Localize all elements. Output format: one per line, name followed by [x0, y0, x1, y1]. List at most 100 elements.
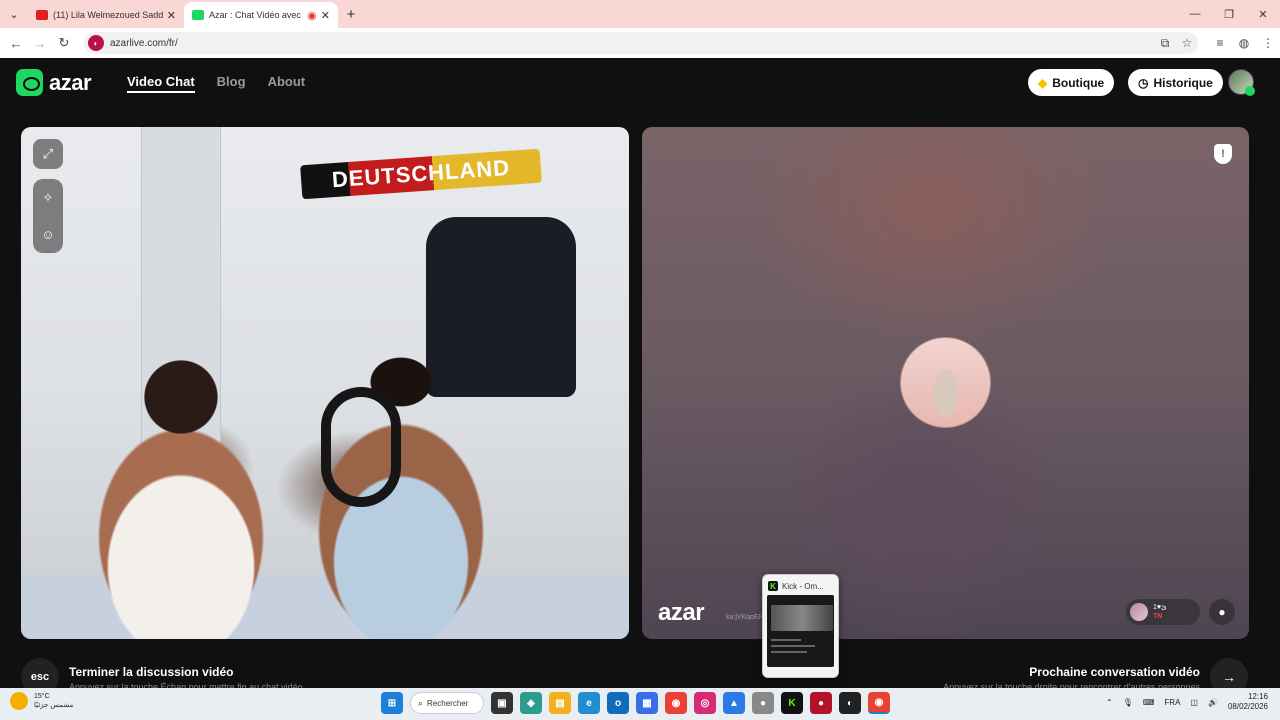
reading-list-icon[interactable]: ≡	[1208, 36, 1232, 50]
task-view-icon[interactable]: ▣	[491, 692, 513, 714]
outlook-icon[interactable]: o	[607, 692, 629, 714]
mic-tray-icon[interactable]: 🎙	[1123, 698, 1133, 707]
nav-video-chat[interactable]: Video Chat	[127, 74, 195, 93]
minimize-icon[interactable]: —	[1178, 0, 1212, 28]
azar-page: azar Video Chat Blog About ◆ Boutique ◷ …	[0, 58, 1280, 696]
clock-icon: ◷	[1138, 75, 1149, 90]
peer-name: ئ♥1	[1153, 604, 1167, 611]
report-shield-icon[interactable]	[1214, 144, 1232, 164]
effects-group: ✧ ☺	[33, 179, 63, 253]
clock[interactable]: 12:16 08/02/2026	[1228, 692, 1268, 712]
chrome-active-icon[interactable]: ◉	[868, 692, 890, 714]
kick-app-icon[interactable]: K	[781, 692, 803, 714]
peer-country: TN	[1153, 613, 1163, 620]
chrome-icon[interactable]: ◉	[665, 692, 687, 714]
nav-blog[interactable]: Blog	[217, 74, 246, 93]
boutique-button[interactable]: ◆ Boutique	[1028, 69, 1115, 96]
historique-label: Historique	[1153, 75, 1213, 90]
language-indicator[interactable]: FRA	[1164, 698, 1180, 707]
network-icon[interactable]: ◫	[1190, 698, 1198, 707]
end-chat-title: Terminer la discussion vidéo	[69, 665, 234, 679]
recording-indicator-icon: ◉	[307, 9, 317, 22]
close-window-icon[interactable]: ✕	[1246, 0, 1280, 28]
windows-taskbar: 15°C مشمس جزئيًا ⊞ ⌕ Rechercher ▣ ◈ ▤ e …	[0, 688, 1280, 720]
azar-watermark: azar	[658, 599, 705, 626]
peer-profile-circle	[900, 337, 991, 428]
video-tools: ⤢ ✧ ☺	[33, 139, 63, 253]
url-text: azarlive.com/fr/	[110, 37, 178, 49]
menu-kebab-icon[interactable]: ⋮	[1256, 36, 1280, 50]
tab-search-chevron-icon[interactable]: ⌄	[0, 0, 28, 28]
microphone-app-icon[interactable]: ●	[752, 692, 774, 714]
kick-preview-thumbnail	[767, 595, 834, 667]
store-icon[interactable]: ▦	[636, 692, 658, 714]
new-tab-button[interactable]: +	[338, 6, 364, 23]
main-nav: Video Chat Blog About	[127, 74, 305, 93]
close-tab-icon[interactable]: ✕	[321, 9, 330, 22]
close-tab-icon[interactable]: ✕	[167, 9, 176, 22]
weather-desc: مشمس جزئيًا	[34, 702, 74, 709]
online-status-icon	[1245, 86, 1255, 96]
record-app-icon[interactable]: ●	[810, 692, 832, 714]
azar-logo[interactable]: azar	[16, 69, 92, 96]
nav-about[interactable]: About	[268, 74, 306, 93]
magic-wand-icon[interactable]: ✧	[33, 183, 63, 213]
instagram-icon[interactable]: ◎	[694, 692, 716, 714]
back-icon[interactable]: ←	[4, 36, 28, 51]
obs-icon[interactable]: ◐	[839, 692, 861, 714]
logo-text: azar	[49, 69, 92, 95]
peer-video: azar ka:jVKqoER ئ♥1 TN ●	[642, 127, 1249, 639]
address-bar[interactable]: ◐ azarlive.com/fr/ ⧉ ☆	[84, 32, 1198, 54]
browser-toolbar: ← → ↻ ◐ azarlive.com/fr/ ⧉ ☆ ≡ ◍ ⋮	[0, 28, 1280, 58]
historique-button[interactable]: ◷ Historique	[1128, 69, 1223, 96]
taskbar-search[interactable]: ⌕ Rechercher	[410, 692, 484, 714]
reload-icon[interactable]: ↻	[52, 35, 76, 51]
tab-youtube[interactable]: (11) Lila Welmezoued Saddem ✕	[28, 2, 184, 28]
gem-icon: ◆	[1038, 75, 1048, 90]
kick-logo-icon: K	[768, 581, 778, 591]
edge-icon[interactable]: e	[578, 692, 600, 714]
azar-favicon-icon	[192, 10, 204, 20]
profile-icon[interactable]: ◍	[1232, 36, 1256, 50]
person-right	[281, 342, 521, 639]
face-filter-icon[interactable]: ☺	[33, 219, 63, 249]
keyboard-tray-icon[interactable]: ⌨	[1143, 698, 1155, 707]
photos-icon[interactable]: ▲	[723, 692, 745, 714]
volume-icon[interactable]: 🔊	[1208, 698, 1218, 707]
youtube-favicon-icon	[36, 10, 48, 20]
tray-chevron-icon[interactable]: ⌃	[1106, 698, 1113, 707]
tab-azar[interactable]: Azar : Chat Vidéo avec de n ◉ ✕	[184, 2, 338, 28]
self-video: DEUTSCHLAND ⤢ ✧ ☺	[21, 127, 629, 639]
install-app-icon[interactable]: ⧉	[1154, 36, 1176, 51]
widgets-icon[interactable]: ◈	[520, 692, 542, 714]
expand-icon[interactable]: ⤢	[33, 139, 63, 169]
weather-temp: 15°C	[34, 693, 50, 700]
scarf-banner: DEUTSCHLAND	[300, 148, 542, 200]
tab-title: Azar : Chat Vidéo avec de n	[209, 10, 303, 20]
browser-tab-strip: ⌄ (11) Lila Welmezoued Saddem ✕ Azar : C…	[0, 0, 1280, 28]
azar-logo-icon	[16, 69, 43, 96]
window-controls: — ❐ ✕	[1178, 0, 1280, 28]
peer-info-badge[interactable]: ئ♥1 TN	[1126, 599, 1200, 625]
system-tray: ⌃ 🎙 ⌨ FRA ◫ 🔊 12:16 08/02/2026	[1106, 692, 1268, 712]
search-icon: ⌕	[418, 697, 424, 708]
restore-icon[interactable]: ❐	[1212, 0, 1246, 28]
chat-bubble-icon[interactable]: ●	[1209, 599, 1235, 625]
site-info-icon[interactable]: ◐	[88, 35, 104, 51]
peer-meta: ئ♥1 TN	[1153, 603, 1167, 621]
kick-taskbar-preview[interactable]: K Kick - Om...	[762, 574, 839, 678]
bookmark-star-icon[interactable]: ☆	[1176, 36, 1198, 50]
windows-start-icon[interactable]: ⊞	[381, 692, 403, 714]
user-avatar[interactable]	[1228, 69, 1255, 96]
kick-preview-title: Kick - Om...	[782, 581, 824, 591]
forward-icon[interactable]: →	[28, 36, 52, 51]
tab-title: (11) Lila Welmezoued Saddem	[53, 10, 163, 20]
file-explorer-icon[interactable]: ▤	[549, 692, 571, 714]
boutique-label: Boutique	[1052, 75, 1105, 90]
sun-icon	[10, 692, 28, 710]
peer-id: ka:jVKqoER	[726, 614, 764, 621]
person-left	[61, 337, 301, 639]
time: 12:16	[1247, 692, 1268, 701]
weather-widget[interactable]: 15°C مشمس جزئيًا	[10, 692, 73, 710]
next-chat-title: Prochaine conversation vidéo	[1029, 665, 1200, 679]
